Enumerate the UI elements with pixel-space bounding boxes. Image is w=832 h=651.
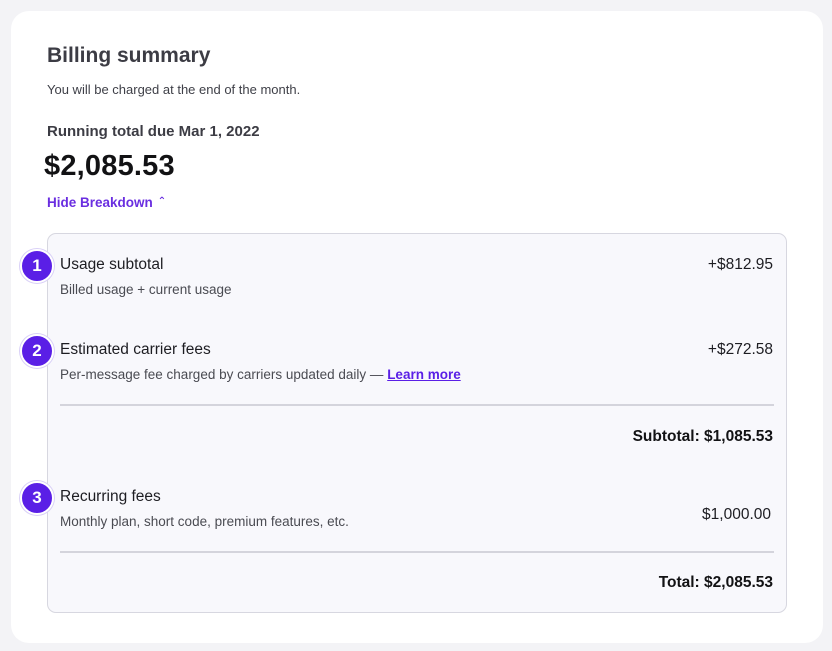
usage-subtotal-label: Usage subtotal [60, 256, 164, 273]
breakdown-panel: 1 Usage subtotal Billed usage + current … [20, 233, 787, 613]
subtotal-amount: Subtotal: $1,085.53 [632, 428, 773, 445]
carrier-fees-label: Estimated carrier fees [60, 341, 211, 358]
step-3-badge: 3 [20, 481, 54, 515]
billing-summary-card: Billing summary You will be charged at t… [11, 11, 823, 643]
carrier-fees-description-text: Per-message fee charged by carriers upda… [60, 367, 384, 382]
running-total-amount: $2,085.53 [44, 150, 175, 182]
learn-more-link[interactable]: Learn more [387, 367, 461, 382]
recurring-fees-description: Monthly plan, short code, premium featur… [60, 514, 349, 529]
page-subtitle: You will be charged at the end of the mo… [47, 82, 301, 97]
carrier-fees-description: Per-message fee charged by carriers upda… [60, 367, 461, 382]
chevron-up-icon: ⌃ [157, 195, 167, 207]
total-amount: Total: $2,085.53 [658, 574, 773, 591]
total-divider [60, 551, 774, 553]
step-1-badge: 1 [20, 249, 54, 283]
carrier-fees-amount: +$272.58 [707, 341, 773, 358]
usage-subtotal-amount: +$812.95 [707, 256, 773, 273]
usage-subtotal-description: Billed usage + current usage [60, 282, 232, 297]
hide-breakdown-toggle[interactable]: Hide Breakdown ⌃ [47, 195, 166, 210]
subtotal-divider [60, 404, 774, 406]
running-total-label: Running total due Mar 1, 2022 [47, 123, 260, 140]
recurring-fees-amount: $1,000.00 [702, 506, 771, 523]
page-title: Billing summary [47, 44, 211, 67]
hide-breakdown-label: Hide Breakdown [47, 195, 153, 210]
step-2-badge: 2 [20, 334, 54, 368]
recurring-fees-label: Recurring fees [60, 488, 161, 505]
